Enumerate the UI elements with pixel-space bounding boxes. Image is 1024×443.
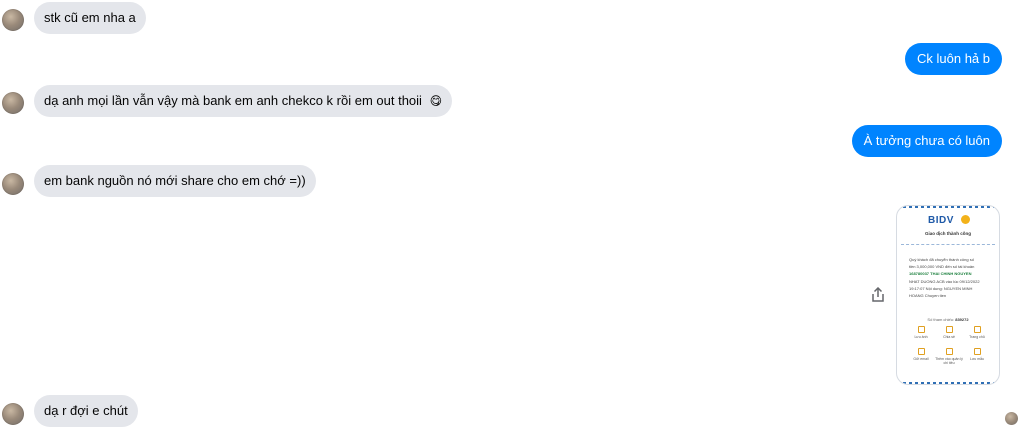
message-text: dạ anh mọi lần vẫn vậy mà bank em anh ch… — [44, 93, 422, 108]
receipt-action-label: Lưu mẫu — [969, 356, 985, 361]
receipt-action: Lưu mẫu — [963, 347, 991, 366]
message-incoming[interactable]: em bank nguồn nó mới share cho em chớ =)… — [34, 165, 316, 197]
detail-line: Quý khách đã chuyển thành công số — [909, 257, 974, 262]
reference-number: Số tham chiếu: 839272 — [897, 317, 999, 322]
reference-value: 839272 — [955, 317, 969, 322]
share-icon[interactable] — [871, 286, 885, 303]
receipt-actions: Lưu ảnh Chia sẻ Trang chủ Gửi email Thêm… — [907, 326, 991, 366]
detail-line: NHAT DUONG ACB vào lúc 09/12/2022 — [909, 278, 980, 284]
receipt-action: Lưu ảnh — [907, 326, 935, 340]
seen-avatar — [1005, 412, 1018, 425]
contact-avatar[interactable] — [2, 173, 24, 195]
detail-line: HOANG Chuyen tien — [909, 293, 947, 299]
receipt-image[interactable]: BIDV Giao dịch thành công Quý khách đã c… — [896, 205, 1000, 385]
receipt-action: Gửi email — [907, 347, 935, 366]
expense-icon — [945, 347, 953, 355]
emoji-yum: 😋 — [429, 94, 443, 108]
contact-avatar[interactable] — [2, 403, 24, 425]
message-text: stk cũ em nha a — [44, 10, 136, 25]
message-text: À tưởng chưa có luôn — [863, 133, 990, 148]
receipt-divider — [901, 244, 995, 245]
template-icon — [973, 347, 981, 355]
message-incoming[interactable]: dạ r đợi e chút — [34, 395, 138, 427]
transaction-details: Quý khách đã chuyển thành công số tiền 3… — [909, 256, 991, 299]
save-image-icon — [917, 326, 925, 333]
message-incoming[interactable]: stk cũ em nha a — [34, 2, 146, 34]
contact-avatar[interactable] — [2, 9, 24, 31]
receipt-action-label: Gửi email — [913, 356, 929, 361]
receipt-action-label: Chia sẻ — [943, 335, 955, 339]
contact-avatar[interactable] — [2, 92, 24, 114]
receipt-action-label: Lưu ảnh — [914, 335, 928, 339]
message-text: dạ r đợi e chút — [44, 403, 128, 418]
message-text: em bank nguồn nó mới share cho em chớ =)… — [44, 173, 306, 188]
home-icon — [973, 326, 981, 333]
transaction-status: Giao dịch thành công — [925, 231, 971, 236]
receipt-top-edge — [897, 206, 999, 208]
bank-logo: BIDV — [928, 215, 954, 226]
receipt-action: Thêm vào quản lý chi tiêu — [935, 347, 963, 366]
receipt-action-label: Trang chủ — [969, 335, 985, 339]
message-outgoing[interactable]: À tưởng chưa có luôn — [851, 125, 1002, 157]
share-icon — [945, 326, 953, 333]
receipt-action: Trang chủ — [963, 326, 991, 340]
bank-logo-star-icon — [961, 215, 970, 224]
message-incoming[interactable]: dạ anh mọi lần vẫn vậy mà bank em anh ch… — [34, 85, 453, 117]
message-text: Ck luôn hả b — [917, 51, 990, 66]
detail-line: 168780037 THAI CHINH NGUYEN — [909, 271, 972, 277]
detail-line: 19:17:07 Nội dung: NGUYEN MINH — [909, 285, 973, 291]
receipt-action-label: Thêm vào quản lý chi tiêu — [935, 356, 963, 366]
detail-line: tiền 3,000,000 VND đến số tài khoản — [909, 264, 975, 270]
email-icon — [917, 347, 925, 355]
receipt-action: Chia sẻ — [935, 326, 963, 340]
receipt-bottom-edge — [897, 382, 999, 384]
reference-label: Số tham chiếu: — [927, 317, 955, 322]
message-outgoing[interactable]: Ck luôn hả b — [905, 43, 1002, 75]
